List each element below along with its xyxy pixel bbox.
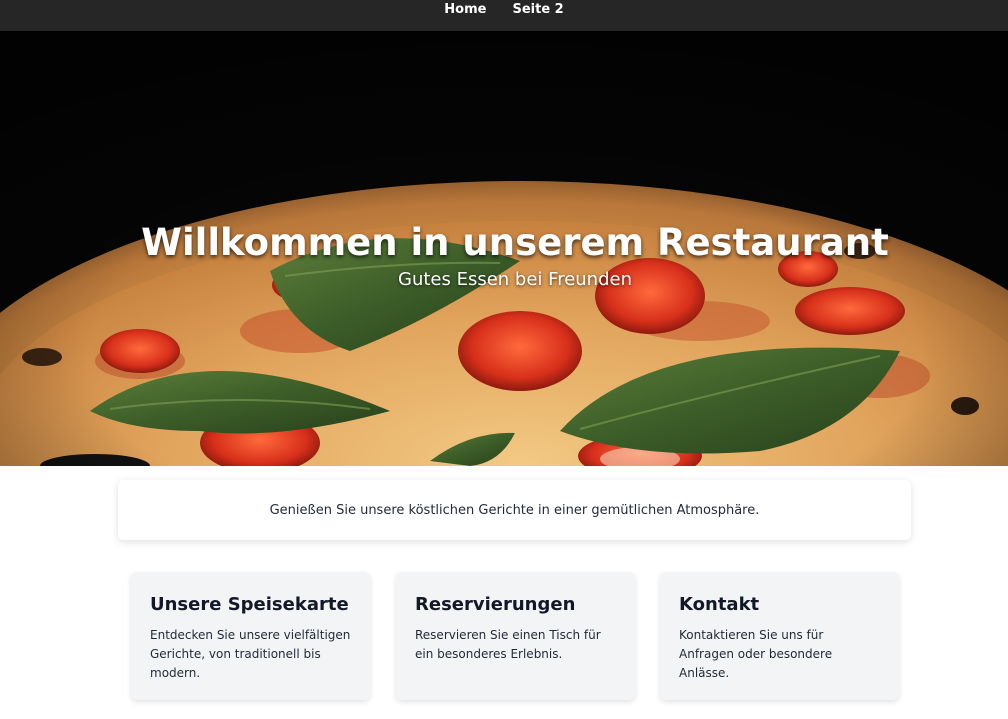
reservations-card[interactable]: Reservierungen Reservieren Sie einen Tis… — [396, 572, 635, 700]
reservations-card-title: Reservierungen — [415, 594, 576, 615]
intro-card: Genießen Sie unsere köstlichen Gerichte … — [118, 480, 911, 540]
menu-card-title: Unsere Speisekarte — [150, 594, 349, 615]
top-navbar: Home Seite 2 — [0, 0, 1008, 31]
intro-text: Genießen Sie unsere köstlichen Gerichte … — [269, 502, 760, 518]
contact-card[interactable]: Kontakt Kontaktieren Sie uns für Anfrage… — [660, 572, 899, 700]
hero-subtitle: Gutes Essen bei Freunden — [398, 269, 632, 290]
menu-card[interactable]: Unsere Speisekarte Entdecken Sie unsere … — [131, 572, 370, 700]
contact-card-title: Kontakt — [679, 594, 760, 615]
menu-card-text: Entdecken Sie unsere vielfältigen Gerich… — [150, 628, 351, 680]
contact-card-text: Kontaktieren Sie uns für Anfragen oder b… — [679, 628, 833, 680]
reservations-card-text: Reservieren Sie einen Tisch für ein beso… — [415, 628, 601, 661]
hero-banner: Willkommen in unserem Restaurant Gutes E… — [0, 31, 1008, 466]
hero-title: Willkommen in unserem Restaurant — [141, 221, 889, 264]
nav-link-seite-2[interactable]: Seite 2 — [512, 2, 563, 18]
nav-link-home[interactable]: Home — [444, 2, 486, 18]
